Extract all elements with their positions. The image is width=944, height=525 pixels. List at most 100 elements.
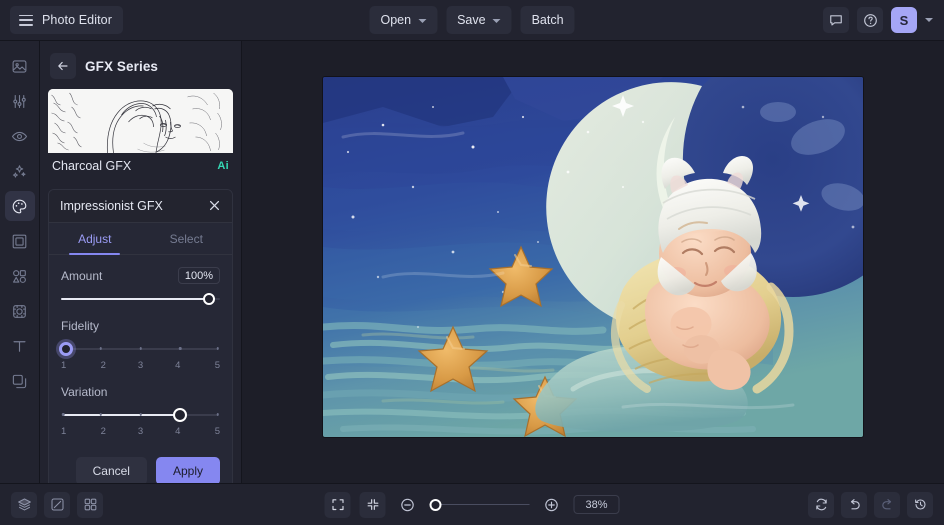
rail-item-transform[interactable] xyxy=(5,296,35,326)
zoom-slider[interactable] xyxy=(429,498,530,511)
batch-button[interactable]: Batch xyxy=(520,6,575,34)
tab-select[interactable]: Select xyxy=(141,223,233,254)
fit-screen-icon xyxy=(331,499,344,511)
control-amount-header: Amount 100% xyxy=(61,267,220,284)
effect-editor: Impressionist GFX Adjust Select Amount 1… xyxy=(48,189,233,483)
comment-button[interactable] xyxy=(823,7,849,33)
tab-adjust[interactable]: Adjust xyxy=(49,223,141,255)
panel-back-button[interactable] xyxy=(50,53,76,79)
undo-button[interactable] xyxy=(841,491,867,518)
reset-button[interactable] xyxy=(808,491,834,518)
effect-editor-actions: Cancel Apply xyxy=(49,453,232,483)
shrink-icon xyxy=(367,499,378,510)
transform-icon xyxy=(13,304,26,318)
photo-editor-app: Photo Editor Open Save Batch S GFX Serie… xyxy=(0,0,944,525)
zoom-level-value[interactable]: 38% xyxy=(573,495,620,514)
save-button-label: Save xyxy=(457,13,486,27)
effect-editor-close-button[interactable] xyxy=(208,199,222,213)
layers-panel-button[interactable] xyxy=(11,491,37,518)
cancel-button[interactable]: Cancel xyxy=(75,457,147,483)
control-fidelity-header: Fidelity xyxy=(61,319,220,333)
zoom-out-icon xyxy=(401,498,414,511)
compare-icon xyxy=(50,498,64,511)
rail-item-gfx-palette[interactable] xyxy=(4,191,35,221)
effect-meta-row: Charcoal GFX Ai xyxy=(48,153,233,180)
control-amount: Amount 100% xyxy=(61,267,220,305)
panel-header: GFX Series xyxy=(40,41,241,89)
rail-item-image[interactable] xyxy=(5,51,35,81)
panel-title: GFX Series xyxy=(85,58,159,74)
eye-icon xyxy=(11,131,28,141)
control-variation-header: Variation xyxy=(61,385,220,399)
frame-icon xyxy=(12,234,27,248)
redo-button[interactable] xyxy=(874,491,900,518)
effect-card-charcoal[interactable]: Charcoal GFX Ai xyxy=(48,89,233,180)
effect-editor-body: Amount 100% Fidelity 1 2 3 4 5 Variation… xyxy=(49,255,232,453)
close-icon xyxy=(209,200,220,211)
effect-editor-tabs: Adjust Select xyxy=(49,223,232,255)
fidelity-slider[interactable] xyxy=(59,342,220,356)
apply-button[interactable]: Apply xyxy=(155,457,220,483)
app-body: GFX Series Charcoal GFX Ai Impressionist… xyxy=(0,41,944,483)
fidelity-scale-4: 4 xyxy=(175,360,181,371)
control-fidelity-label: Fidelity xyxy=(61,319,100,333)
rail-item-shapes[interactable] xyxy=(5,261,35,291)
layers-stack-icon xyxy=(17,498,31,511)
amount-slider[interactable] xyxy=(61,293,220,305)
open-button[interactable]: Open xyxy=(369,6,438,34)
help-button[interactable] xyxy=(857,7,883,33)
fit-screen-button[interactable] xyxy=(324,491,351,518)
zoom-slider-track xyxy=(429,503,530,505)
reset-icon xyxy=(815,498,827,511)
fidelity-tick-2 xyxy=(99,347,102,350)
comment-icon xyxy=(830,15,842,26)
canvas-area[interactable] xyxy=(242,41,944,483)
zoom-in-button[interactable] xyxy=(539,492,565,518)
bottombar-zoom-group: 38% xyxy=(324,491,620,518)
effects-list[interactable]: Charcoal GFX Ai Impressionist GFX Adjust… xyxy=(40,89,241,483)
fidelity-tick-3 xyxy=(139,347,142,350)
fidelity-scale-1: 1 xyxy=(61,360,67,371)
amount-slider-handle[interactable] xyxy=(202,293,215,305)
variation-tick-1 xyxy=(61,413,65,416)
bottom-toolbar: 38% xyxy=(0,483,944,525)
rail-item-text[interactable] xyxy=(5,331,35,361)
variation-slider[interactable] xyxy=(61,408,220,422)
redo-icon xyxy=(881,499,891,510)
avatar[interactable]: S xyxy=(891,7,917,33)
artwork-image xyxy=(323,77,863,437)
tool-rail xyxy=(0,41,40,483)
text-icon xyxy=(13,340,26,352)
effect-name: Charcoal GFX xyxy=(52,159,132,173)
save-button[interactable]: Save xyxy=(446,6,512,34)
variation-scale-3: 3 xyxy=(137,426,144,437)
zoom-out-button[interactable] xyxy=(395,492,421,518)
rail-item-frame[interactable] xyxy=(5,226,35,256)
grid-view-button[interactable] xyxy=(77,491,103,518)
history-button[interactable] xyxy=(907,491,933,518)
variation-tick-5 xyxy=(216,413,219,416)
topbar-left-group: Photo Editor xyxy=(0,6,123,34)
shrink-to-fit-button[interactable] xyxy=(359,491,386,518)
grid-icon xyxy=(84,498,96,511)
rail-item-preview[interactable] xyxy=(5,121,35,151)
fidelity-tick-5 xyxy=(216,347,219,350)
top-toolbar: Photo Editor Open Save Batch S xyxy=(0,0,944,41)
variation-slider-handle[interactable] xyxy=(173,408,188,422)
account-chevron-down-icon[interactable] xyxy=(925,18,933,22)
artboard[interactable] xyxy=(323,77,863,437)
open-button-label: Open xyxy=(380,13,412,27)
effect-thumbnail[interactable] xyxy=(48,89,233,153)
compare-button[interactable] xyxy=(44,491,70,518)
fidelity-scale: 1 2 3 4 5 xyxy=(61,360,220,371)
image-icon xyxy=(12,59,27,73)
variation-scale-2: 2 xyxy=(100,426,106,437)
fidelity-slider-handle[interactable] xyxy=(59,342,73,356)
chevron-down-icon xyxy=(492,18,501,23)
app-menu-button[interactable]: Photo Editor xyxy=(10,6,123,34)
ai-badge: Ai xyxy=(217,160,229,172)
rail-item-layers[interactable] xyxy=(5,366,35,396)
rail-item-effects[interactable] xyxy=(5,156,35,186)
rail-item-adjustments[interactable] xyxy=(5,86,35,116)
zoom-slider-handle[interactable] xyxy=(429,498,442,511)
